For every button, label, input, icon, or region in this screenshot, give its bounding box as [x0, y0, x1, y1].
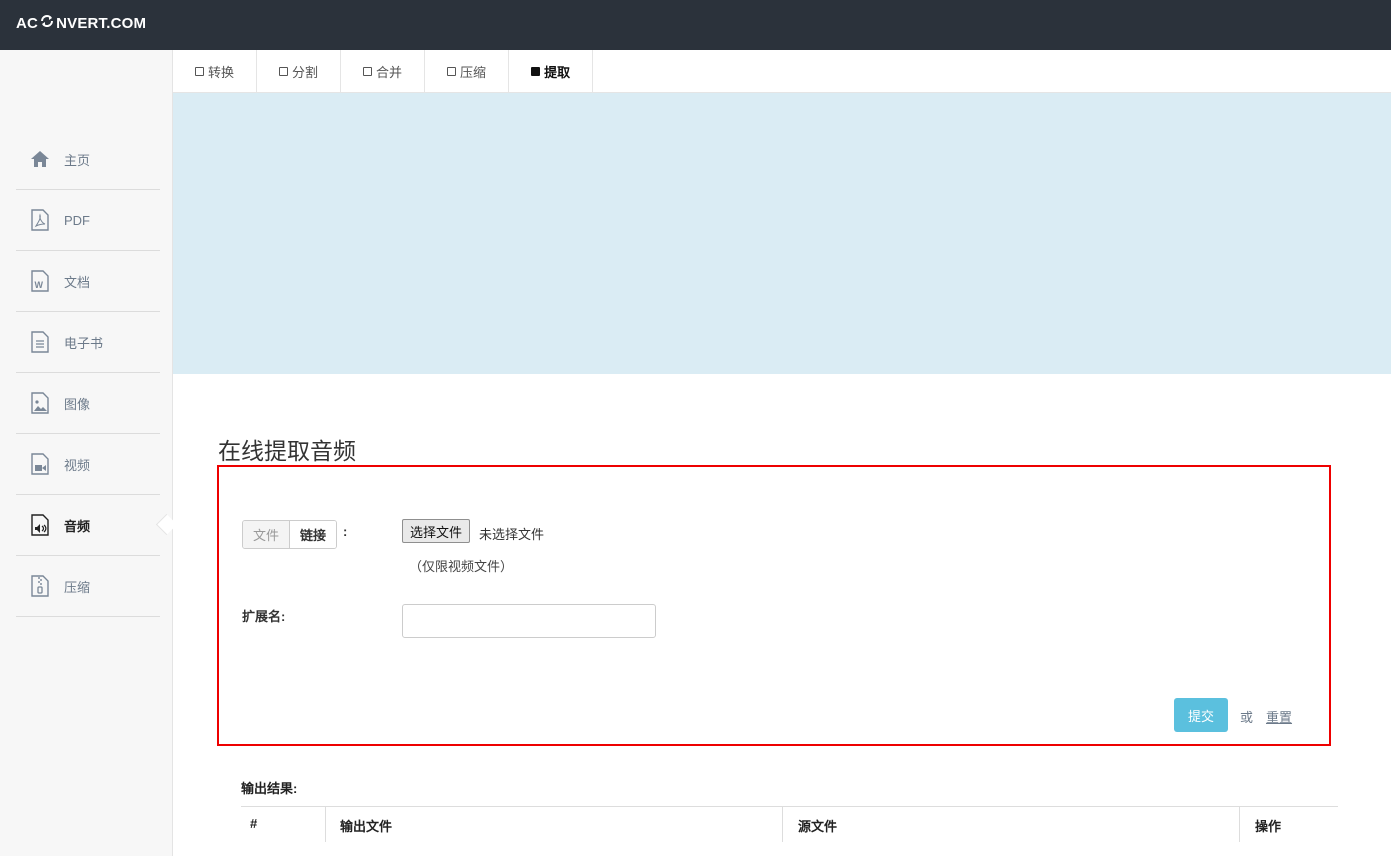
tab-label: 转换: [208, 65, 235, 80]
top-bar: AC NVERT.COM: [0, 0, 1391, 50]
sidebar-item-label: 图像: [64, 396, 91, 412]
column-header-source-file: 源文件: [783, 807, 1240, 842]
sidebar: 主页 PDF W 文档 电子书 图像 视频 音频 压缩: [0, 50, 173, 856]
tab-merge[interactable]: 合并: [341, 50, 426, 93]
sidebar-item-label: 视频: [64, 457, 91, 473]
logo-text-right: NVERT.COM: [56, 14, 147, 32]
sidebar-item-label: 文档: [64, 274, 91, 290]
submit-button[interactable]: 提交: [1174, 698, 1228, 732]
output-label: 输出结果:: [241, 781, 298, 796]
square-icon: [363, 67, 373, 76]
or-text: 或: [1240, 710, 1254, 725]
sidebar-item-label: PDF: [64, 212, 90, 228]
file-hint: （仅限视频文件）: [409, 559, 514, 574]
pdf-icon: [29, 209, 51, 231]
word-doc-icon: W: [29, 270, 51, 292]
sidebar-item-image[interactable]: 图像: [16, 373, 160, 434]
ad-banner: [173, 93, 1391, 374]
tab-compress[interactable]: 压缩: [425, 50, 510, 93]
sidebar-item-label: 音频: [64, 518, 91, 534]
column-header-index: #: [241, 807, 326, 842]
source-file-option[interactable]: 文件: [243, 521, 291, 548]
logo-text-left: AC: [16, 14, 39, 32]
sidebar-item-label: 电子书: [64, 335, 104, 351]
tab-split[interactable]: 分割: [257, 50, 342, 93]
extract-form: 文件 链接 : 选择文件 未选择文件 （仅限视频文件） 扩展名: 提交 或 重置: [217, 465, 1331, 746]
filled-square-icon: [531, 67, 541, 76]
tab-extract[interactable]: 提取: [509, 50, 594, 93]
tab-label: 合并: [376, 65, 403, 80]
source-link-option[interactable]: 链接: [290, 521, 337, 548]
output-table-header: # 输出文件 源文件 操作: [241, 806, 1338, 842]
sidebar-item-audio[interactable]: 音频: [16, 495, 160, 556]
archive-icon: [29, 575, 51, 597]
column-header-output-file: 输出文件: [326, 807, 783, 842]
tab-label: 提取: [544, 65, 571, 80]
tab-label: 压缩: [460, 65, 487, 80]
video-icon: [29, 453, 51, 475]
square-icon: [279, 67, 289, 76]
sidebar-item-document[interactable]: W 文档: [16, 251, 160, 312]
image-icon: [29, 392, 51, 414]
sidebar-item-label: 压缩: [64, 579, 91, 595]
source-toggle: 文件 链接: [242, 520, 338, 549]
sidebar-item-ebook[interactable]: 电子书: [16, 312, 160, 373]
ebook-icon: [29, 331, 51, 353]
file-status: 未选择文件: [479, 527, 545, 542]
tool-tabs: 转换 分割 合并 压缩 提取: [173, 50, 1391, 93]
reset-link[interactable]: 重置: [1266, 707, 1292, 726]
refresh-icon: [40, 14, 54, 32]
square-icon: [195, 67, 204, 76]
page-title: 在线提取音频: [218, 438, 356, 464]
square-icon: [447, 67, 457, 76]
site-logo[interactable]: AC NVERT.COM: [16, 14, 146, 32]
column-header-actions: 操作: [1255, 819, 1282, 834]
tab-convert[interactable]: 转换: [173, 50, 258, 93]
extension-input[interactable]: [402, 604, 656, 638]
sidebar-item-video[interactable]: 视频: [16, 434, 160, 495]
extension-label: 扩展名:: [242, 609, 286, 624]
home-icon: [29, 148, 51, 170]
svg-text:W: W: [35, 280, 44, 290]
sidebar-item-archive[interactable]: 压缩: [16, 556, 160, 617]
tab-label: 分割: [292, 65, 319, 80]
audio-icon: [29, 514, 51, 536]
choose-file-button[interactable]: 选择文件: [402, 519, 471, 543]
sidebar-item-home[interactable]: 主页: [16, 129, 160, 190]
sidebar-item-pdf[interactable]: PDF: [16, 190, 160, 251]
sidebar-item-label: 主页: [64, 152, 91, 168]
source-colon: :: [343, 524, 348, 539]
